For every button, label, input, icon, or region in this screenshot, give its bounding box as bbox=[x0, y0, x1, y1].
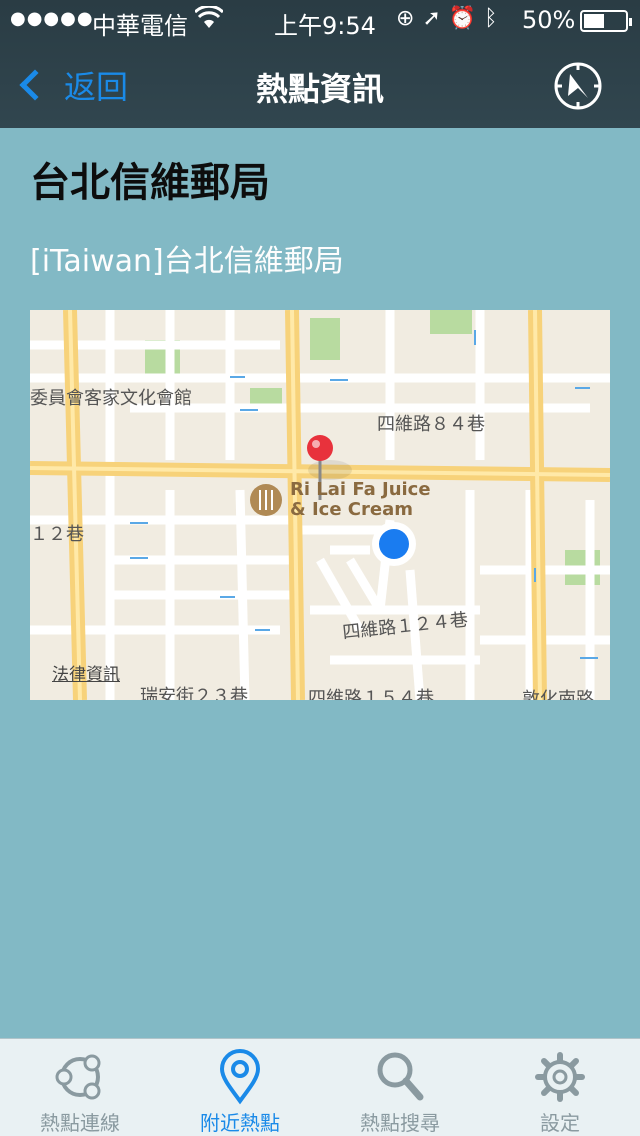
tab-hotspot-search[interactable]: 熱點搜尋 bbox=[320, 1039, 480, 1136]
carrier-name: 中華電信 bbox=[92, 12, 188, 40]
map-label-lane84: 四維路８４巷 bbox=[377, 414, 485, 435]
search-icon bbox=[377, 1052, 424, 1101]
compass-button[interactable] bbox=[552, 60, 604, 112]
battery-icon bbox=[580, 10, 632, 32]
map-view[interactable]: 委員會客家文化會館 四維路８４巷 １２巷 四維路１２４巷 瑞安街２３巷 四維路１… bbox=[30, 310, 610, 700]
map-label-ruian: 瑞安街２３巷 bbox=[140, 686, 248, 700]
tab-nearby-hotspots[interactable]: 附近熱點 bbox=[160, 1039, 320, 1136]
hotspot-ssid: [iTaiwan]台北信維郵局 bbox=[30, 244, 344, 279]
bluetooth-icon: ᛒ bbox=[484, 6, 506, 31]
map-label-lane12: １２巷 bbox=[30, 524, 84, 545]
poi-name-line1: Ri Lai Fa Juice bbox=[290, 479, 431, 500]
status-icons: ⊕➚⏰ᛒ bbox=[396, 6, 505, 31]
rotation-lock-icon: ⊕ bbox=[396, 6, 423, 31]
battery-percent: 50% bbox=[522, 6, 576, 34]
poi-name-line2: & Ice Cream bbox=[290, 499, 414, 520]
tab-label: 附近熱點 bbox=[200, 1111, 280, 1135]
battery-fill bbox=[584, 14, 604, 28]
map-label-lane154: 四維路１５４巷 bbox=[308, 688, 434, 700]
navigation-bar: 返回 熱點資訊 bbox=[0, 40, 640, 128]
signal-strength: ●●●●● bbox=[10, 8, 94, 29]
map-label-hakka: 委員會客家文化會館 bbox=[30, 388, 192, 409]
tab-label: 設定 bbox=[540, 1111, 580, 1135]
location-arrow-icon: ➚ bbox=[422, 6, 449, 31]
tab-hotspot-connect[interactable]: 熱點連線 bbox=[0, 1039, 160, 1136]
compass-icon bbox=[554, 62, 602, 110]
tab-label: 熱點搜尋 bbox=[360, 1111, 440, 1135]
map-poi-restaurant[interactable]: Ri Lai Fa Juice & Ice Cream bbox=[290, 480, 431, 520]
tab-bar: 熱點連線 附近熱點 熱點搜尋 設定 bbox=[0, 1038, 640, 1136]
status-time: 上午9:54 bbox=[274, 12, 376, 40]
gear-icon bbox=[535, 1052, 585, 1102]
tab-label: 熱點連線 bbox=[40, 1111, 120, 1135]
location-pin-icon bbox=[219, 1049, 261, 1105]
alarm-icon: ⏰ bbox=[448, 6, 485, 31]
page-title: 熱點資訊 bbox=[255, 70, 384, 108]
status-bar: ●●●●● 中華電信 上午9:54 ⊕➚⏰ᛒ 50% bbox=[0, 0, 640, 40]
connection-icon bbox=[55, 1054, 101, 1100]
wifi-icon bbox=[193, 4, 225, 36]
map-label-dunhua: 敦化南路 bbox=[522, 689, 594, 700]
legal-info-link[interactable]: 法律資訊 bbox=[52, 660, 120, 685]
top-bar: ●●●●● 中華電信 上午9:54 ⊕➚⏰ᛒ 50% 返回 熱點資訊 bbox=[0, 0, 640, 128]
hotspot-name: 台北信維郵局 bbox=[30, 160, 270, 206]
tab-settings[interactable]: 設定 bbox=[480, 1039, 640, 1136]
